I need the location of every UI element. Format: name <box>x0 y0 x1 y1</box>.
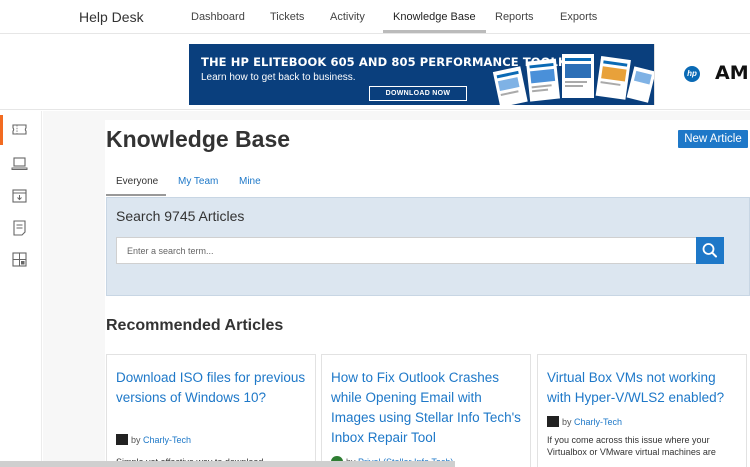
article-byline: by Charly-Tech <box>116 434 191 445</box>
left-rail <box>0 111 42 467</box>
article-snippet: If you come across this issue where your… <box>547 435 716 457</box>
ad-documents-illustration <box>492 54 654 105</box>
article-card[interactable]: Download ISO files for previous versions… <box>106 354 316 467</box>
nav-tickets[interactable]: Tickets <box>270 11 304 23</box>
tab-everyone[interactable]: Everyone <box>116 176 158 187</box>
hp-logo-icon: hp <box>684 66 700 82</box>
nav-dashboard[interactable]: Dashboard <box>191 11 245 23</box>
partner-logo-text: AM <box>715 62 749 84</box>
nav-exports[interactable]: Exports <box>560 11 597 23</box>
nav-reports[interactable]: Reports <box>495 11 534 23</box>
active-tab-indicator <box>106 194 166 196</box>
tab-mine[interactable]: Mine <box>239 176 261 187</box>
article-title[interactable]: Virtual Box VMs not working with Hyper-V… <box>547 368 742 408</box>
ad-download-button[interactable]: DOWNLOAD NOW <box>369 86 467 101</box>
article-title[interactable]: How to Fix Outlook Crashes while Opening… <box>331 368 526 448</box>
author-link[interactable]: Charly-Tech <box>143 435 191 445</box>
nav-activity[interactable]: Activity <box>330 11 365 23</box>
document-list-icon[interactable] <box>11 219 28 236</box>
recommended-heading: Recommended Articles <box>106 317 284 334</box>
author-link[interactable]: Charly-Tech <box>574 417 622 427</box>
top-navigation: Help Desk Dashboard Tickets Activity Kno… <box>0 0 750 34</box>
search-input[interactable] <box>116 237 696 264</box>
by-label: by <box>562 417 572 427</box>
search-title: Search 9745 Articles <box>116 208 245 224</box>
ad-banner[interactable]: THE HP ELITEBOOK 605 AND 805 PERFORMANCE… <box>189 44 654 105</box>
article-card[interactable]: How to Fix Outlook Crashes while Opening… <box>321 354 531 467</box>
by-label: by <box>131 435 141 445</box>
nav-knowledge-base[interactable]: Knowledge Base <box>383 11 486 33</box>
article-card[interactable]: Virtual Box VMs not working with Hyper-V… <box>537 354 747 467</box>
partner-ad[interactable]: hp AM <box>654 44 750 105</box>
search-button[interactable] <box>696 237 724 264</box>
download-box-icon[interactable] <box>11 187 28 204</box>
ad-subtitle: Learn how to get back to business. <box>201 72 356 83</box>
dashboard-grid-icon[interactable] <box>11 251 28 268</box>
ad-row: THE HP ELITEBOOK 605 AND 805 PERFORMANCE… <box>0 35 750 110</box>
article-byline: by Charly-Tech <box>547 416 622 427</box>
ticket-icon[interactable] <box>11 121 28 138</box>
horizontal-scrollbar[interactable] <box>0 461 455 467</box>
author-avatar <box>116 434 128 445</box>
laptop-icon[interactable] <box>11 155 28 172</box>
new-article-button[interactable]: New Article <box>678 130 748 148</box>
author-avatar <box>547 416 559 427</box>
search-icon <box>702 243 717 258</box>
app-brand[interactable]: Help Desk <box>79 9 144 25</box>
rail-active-indicator <box>0 115 3 145</box>
article-title[interactable]: Download ISO files for previous versions… <box>116 368 311 408</box>
tab-my-team[interactable]: My Team <box>178 176 218 187</box>
page-title: Knowledge Base <box>106 126 291 152</box>
